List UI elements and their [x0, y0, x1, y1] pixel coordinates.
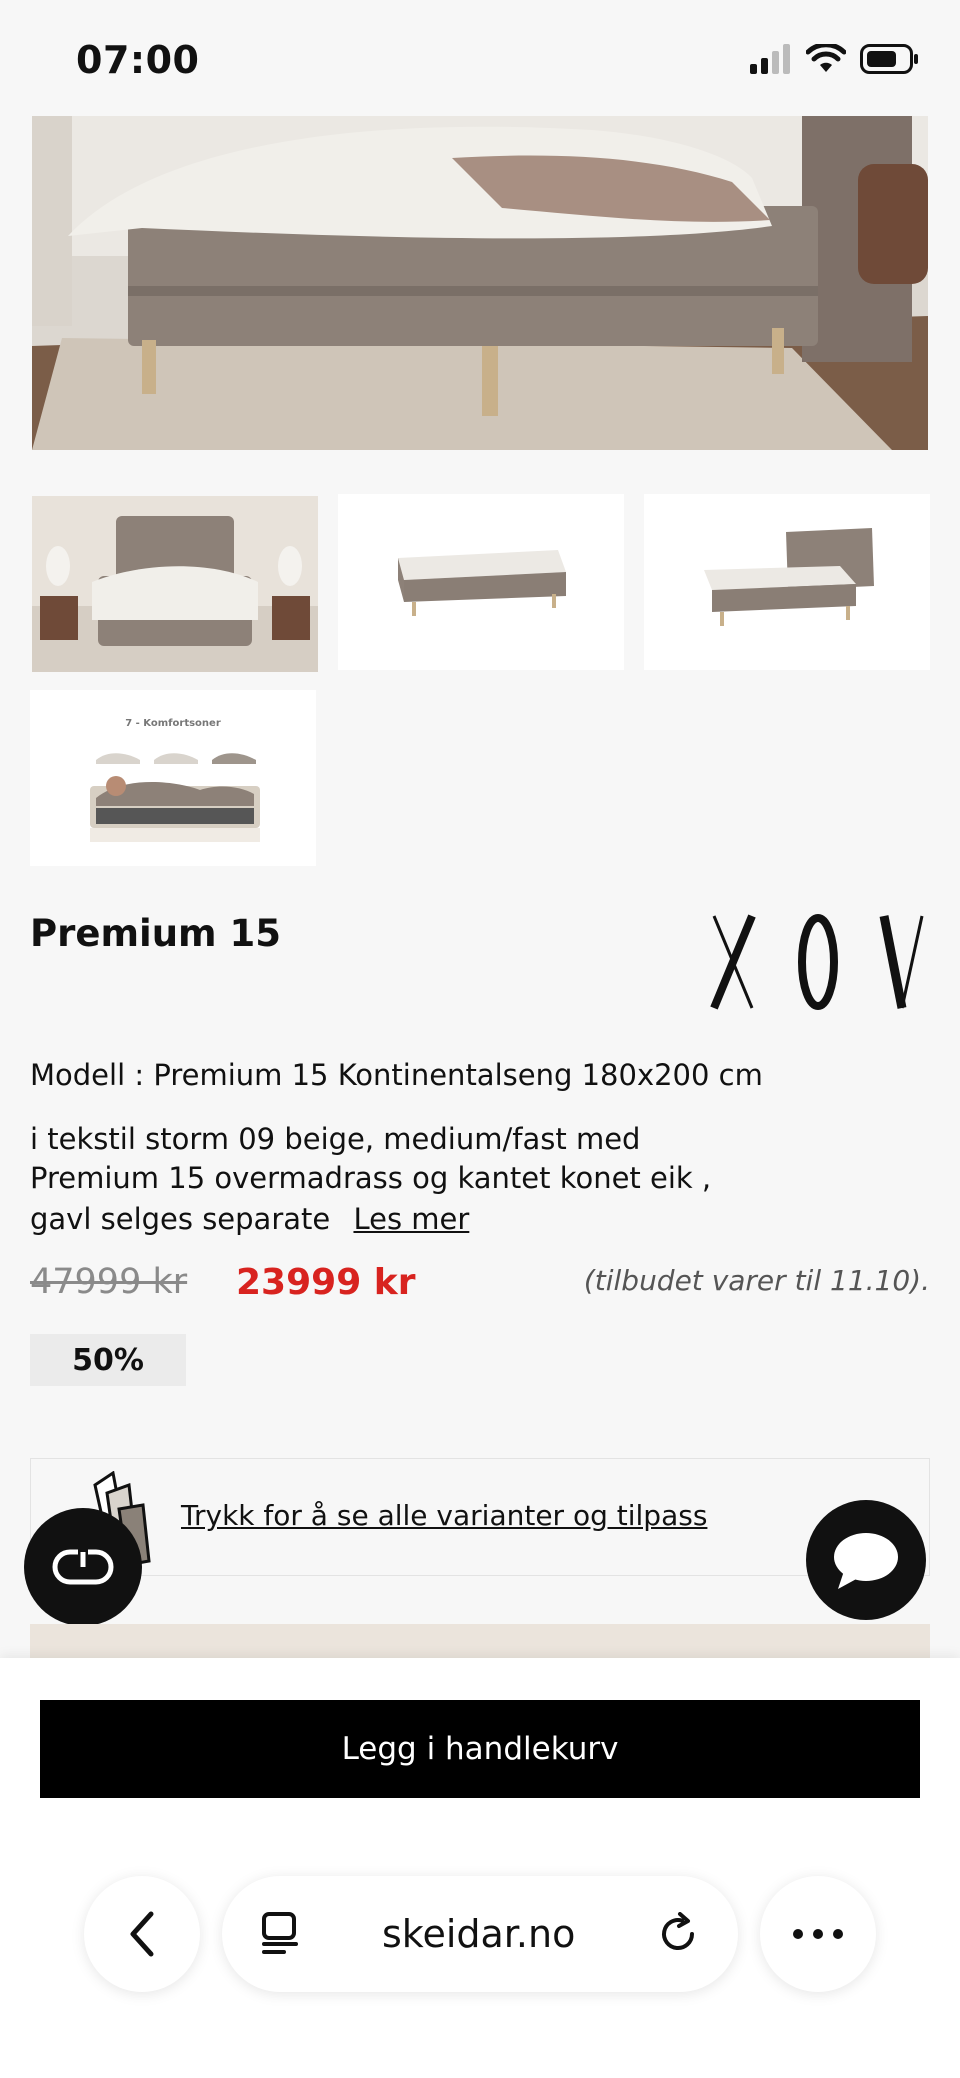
- link-icon: [52, 1549, 114, 1585]
- wifi-icon: [806, 44, 846, 72]
- product-hero-image[interactable]: [32, 116, 928, 450]
- chevron-left-icon: [130, 1911, 154, 1957]
- brand-logo: [708, 914, 930, 1014]
- description-last-line: gavl selges separate Les mer: [30, 1200, 930, 1239]
- url-text: skeidar.no: [382, 1912, 576, 1956]
- thumbnail-bedroom-scene[interactable]: [32, 496, 318, 672]
- offer-note: (tilbudet varer til 11.10).: [583, 1264, 930, 1297]
- variants-link[interactable]: Trykk for å se alle varianter og tilpass: [181, 1499, 707, 1532]
- old-price: 47999 kr: [30, 1262, 188, 1302]
- browser-back-button[interactable]: [84, 1876, 200, 1992]
- battery-icon: [860, 44, 918, 74]
- reload-icon[interactable]: [656, 1912, 700, 1956]
- product-description: i tekstil storm 09 beige, medium/fast me…: [30, 1120, 930, 1239]
- product-title: Premium 15: [30, 912, 281, 955]
- more-options-button[interactable]: [760, 1876, 876, 1992]
- address-bar[interactable]: skeidar.no: [222, 1876, 738, 1992]
- reader-icon: [262, 1912, 298, 1954]
- content-divider: [30, 1624, 930, 1660]
- status-icons: [750, 44, 920, 74]
- chat-bubble-icon: [834, 1533, 898, 1589]
- read-more-link[interactable]: Les mer: [353, 1202, 469, 1236]
- description-line: i tekstil storm 09 beige, medium/fast me…: [30, 1122, 641, 1156]
- status-time: 07:00: [76, 38, 200, 82]
- compare-button[interactable]: [24, 1508, 142, 1626]
- sale-price: 23999 kr: [236, 1262, 416, 1303]
- status-bar: 07:00: [0, 0, 960, 116]
- description-line: Premium 15 overmadrass og kantet konet e…: [30, 1161, 712, 1195]
- add-to-cart-button[interactable]: Legg i handlekurv: [40, 1700, 920, 1798]
- chat-button[interactable]: [806, 1500, 926, 1620]
- variants-row[interactable]: Trykk for å se alle varianter og tilpass: [30, 1458, 930, 1576]
- ellipsis-icon: [793, 1929, 843, 1939]
- discount-badge: 50%: [30, 1334, 186, 1386]
- model-line: Modell : Premium 15 Kontinentalseng 180x…: [30, 1058, 763, 1092]
- thumbnail-bed-with-headboard[interactable]: [644, 494, 930, 670]
- thumbnail-bed-no-headboard[interactable]: [338, 494, 624, 670]
- thumbnail-comfort-zones[interactable]: 7 - Komfortsoner: [30, 690, 316, 866]
- description-line: gavl selges separate: [30, 1202, 331, 1236]
- signal-icon: [750, 44, 790, 74]
- comfort-zones-caption: 7 - Komfortsoner: [125, 718, 221, 729]
- bottom-panel: Legg i handlekurv skeidar.no: [0, 1658, 960, 2078]
